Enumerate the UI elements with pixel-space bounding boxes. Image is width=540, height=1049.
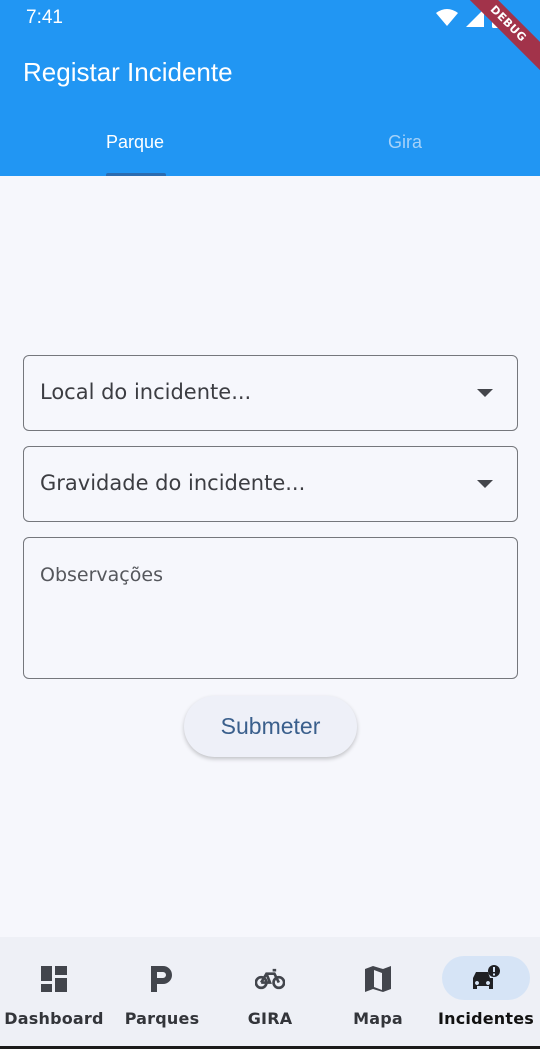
tab-gira[interactable]: Gira bbox=[270, 112, 540, 176]
submit-button[interactable]: Submeter bbox=[184, 696, 357, 757]
wifi-icon bbox=[436, 9, 458, 27]
nav-item-gira[interactable]: GIRA bbox=[216, 937, 324, 1047]
dashboard-icon bbox=[39, 965, 69, 993]
bike-icon bbox=[255, 965, 285, 993]
severity-dropdown[interactable]: Gravidade do incidente... bbox=[23, 446, 518, 522]
nav-item-incidentes[interactable]: Incidentes bbox=[432, 937, 540, 1047]
parking-icon bbox=[147, 965, 177, 993]
page-title: Registar Incidente bbox=[23, 57, 233, 87]
status-bar: 7:41 bbox=[0, 0, 540, 36]
tab-bar: Parque Gira bbox=[0, 112, 540, 176]
bottom-navigation: Dashboard Parques GIRA Mapa Incidentes bbox=[0, 937, 540, 1047]
observations-field[interactable]: Observações bbox=[23, 537, 518, 679]
app-screen: 7:41 DEBUG Registar Incidente Parque Gir… bbox=[0, 0, 540, 1049]
nav-label: Parques bbox=[124, 1009, 200, 1028]
dropdown-arrow-icon bbox=[477, 389, 493, 397]
tab-parque[interactable]: Parque bbox=[0, 112, 270, 176]
nav-label: Incidentes bbox=[437, 1009, 535, 1028]
app-bar: 7:41 DEBUG Registar Incidente Parque Gir… bbox=[0, 0, 540, 176]
severity-dropdown-text: Gravidade do incidente... bbox=[40, 471, 306, 495]
nav-label: GIRA bbox=[247, 1009, 293, 1028]
nav-item-mapa[interactable]: Mapa bbox=[324, 937, 432, 1047]
nav-label: Mapa bbox=[353, 1009, 403, 1028]
status-time: 7:41 bbox=[26, 7, 63, 28]
tab-indicator bbox=[106, 173, 166, 176]
map-icon bbox=[363, 965, 393, 993]
nav-item-dashboard[interactable]: Dashboard bbox=[0, 937, 108, 1047]
dropdown-arrow-icon bbox=[477, 480, 493, 488]
nav-item-parques[interactable]: Parques bbox=[108, 937, 216, 1047]
location-dropdown-text: Local do incidente... bbox=[40, 380, 252, 404]
observations-placeholder: Observações bbox=[40, 564, 163, 586]
location-dropdown[interactable]: Local do incidente... bbox=[23, 355, 518, 431]
car-alert-icon bbox=[471, 965, 501, 993]
nav-label: Dashboard bbox=[4, 1009, 104, 1028]
